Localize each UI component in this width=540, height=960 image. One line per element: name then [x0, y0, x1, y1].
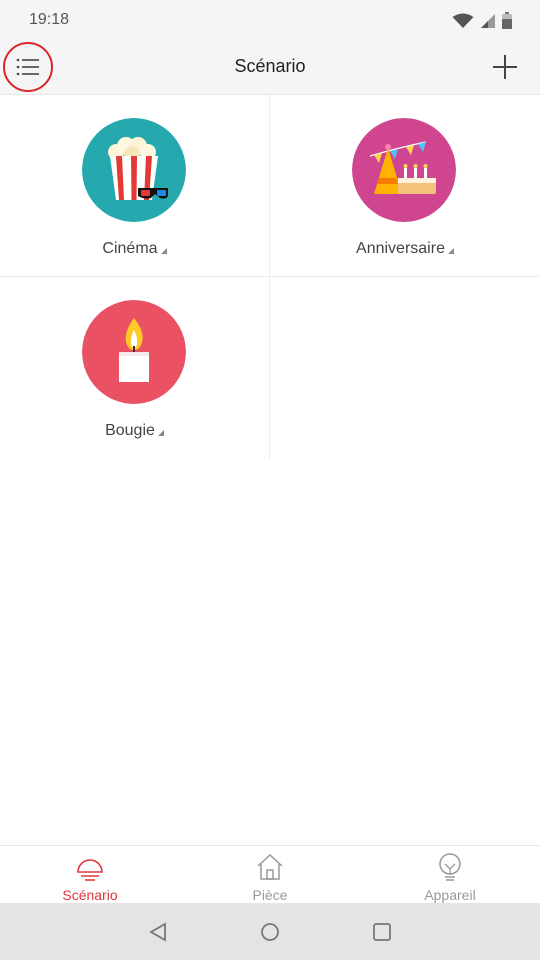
home-icon[interactable]: [260, 922, 280, 942]
nav-tab-piece[interactable]: Pièce: [210, 852, 330, 903]
bulb-icon: [439, 853, 461, 881]
scenario-card-bougie[interactable]: Bougie: [0, 277, 270, 459]
nav-label-piece: Pièce: [252, 887, 288, 903]
expand-triangle-icon: [447, 248, 454, 254]
nav-tab-scenario[interactable]: Scénario: [30, 852, 150, 903]
wifi-icon: [452, 13, 474, 28]
nav-label-appareil: Appareil: [424, 887, 476, 903]
signal-icon: [481, 13, 495, 28]
house-icon: [257, 853, 283, 880]
scenario-card-cinema[interactable]: Cinéma: [0, 95, 270, 277]
battery-icon: [502, 12, 512, 29]
app-header: Scénario: [0, 40, 540, 95]
nav-tab-appareil[interactable]: Appareil: [390, 852, 510, 903]
scenario-icon: [77, 859, 103, 881]
scenario-label: Bougie: [0, 422, 269, 440]
back-icon[interactable]: [148, 922, 168, 942]
page-title: Scénario: [234, 56, 306, 76]
scenario-label: Cinéma: [0, 240, 269, 258]
popcorn-icon: [82, 118, 186, 222]
status-time: 19:18: [29, 11, 70, 28]
status-bar: 19:18: [0, 0, 540, 40]
status-icons: [452, 12, 512, 29]
recents-icon[interactable]: [372, 922, 392, 942]
party-icon: [352, 118, 456, 222]
bottom-nav: Scénario Pièce Appareil: [0, 845, 540, 904]
expand-triangle-icon: [160, 248, 167, 254]
scenario-label: Anniversaire: [270, 240, 540, 258]
candle-icon: [82, 300, 186, 404]
add-scenario-button[interactable]: [492, 54, 518, 80]
nav-label-scenario: Scénario: [62, 887, 118, 903]
system-nav-bar: [0, 903, 540, 960]
scenario-card-anniversaire[interactable]: Anniversaire: [270, 95, 540, 277]
expand-triangle-icon: [157, 430, 164, 436]
